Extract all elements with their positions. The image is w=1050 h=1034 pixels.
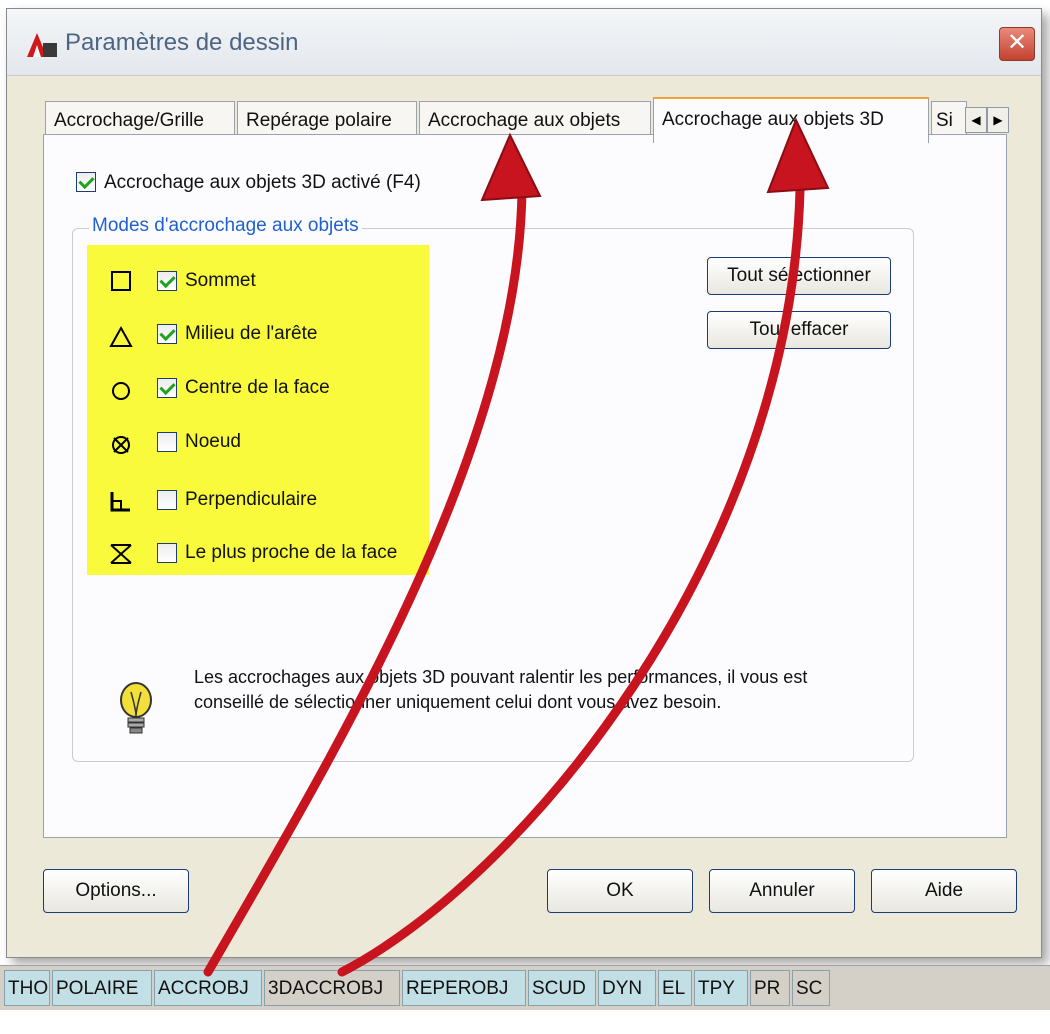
select-all-button[interactable]: Tout sélectionner xyxy=(707,257,891,295)
face-center-label: Centre de la face xyxy=(185,377,330,398)
status-tpy-button[interactable]: TPY xyxy=(694,970,748,1006)
triangle-icon xyxy=(109,325,133,347)
status-osnap-button[interactable]: ACCROBJ xyxy=(154,970,262,1006)
nearest-face-checkbox[interactable] xyxy=(157,543,177,563)
highlight-area xyxy=(87,245,429,575)
performance-info-text: Les accrochages aux objets 3D pouvant ra… xyxy=(194,667,808,712)
enable-3d-osnap-checkbox[interactable] xyxy=(76,172,96,192)
lightbulb-icon xyxy=(120,682,152,734)
status-otrack-button[interactable]: REPEROBJ xyxy=(402,970,526,1006)
tab-label: Accrochage aux objets xyxy=(428,110,621,131)
enable-3d-osnap-label: Accrochage aux objets 3D activé (F4) xyxy=(104,172,421,193)
status-lwt-button[interactable]: EL xyxy=(658,970,692,1006)
nearest-face-label: Le plus proche de la face xyxy=(185,542,398,563)
perpendicular-checkbox[interactable] xyxy=(157,490,177,510)
status-ducs-button[interactable]: SCUD xyxy=(528,970,596,1006)
square-icon xyxy=(111,271,131,291)
help-button[interactable]: Aide xyxy=(871,869,1017,913)
hourglass-icon xyxy=(110,544,132,564)
node-label: Noeud xyxy=(185,431,241,452)
tab-label: Accrochage aux objets 3D xyxy=(662,109,884,130)
drawing-settings-dialog: Paramètres de dessin ✕ Accrochage/Grille… xyxy=(6,8,1042,958)
autocad-app-icon xyxy=(27,33,57,57)
tab-scroll-left-button[interactable]: ◀ xyxy=(965,107,987,133)
tab-label: Accrochage/Grille xyxy=(54,110,204,131)
close-icon: ✕ xyxy=(1006,29,1028,56)
tab-scroll-right-button[interactable]: ▶ xyxy=(987,107,1009,133)
perpendicular-icon xyxy=(110,492,130,512)
status-sc-button[interactable]: SC xyxy=(792,970,830,1006)
status-dyn-button[interactable]: DYN xyxy=(598,970,656,1006)
face-center-checkbox[interactable] xyxy=(157,378,177,398)
status-3dosnap-button[interactable]: 3DACCROBJ xyxy=(264,970,400,1006)
tab-3d-object-snap[interactable]: Accrochage aux objets 3D xyxy=(653,97,929,143)
status-polar-button[interactable]: POLAIRE xyxy=(52,970,152,1006)
clear-all-button[interactable]: Tout effacer xyxy=(707,311,891,349)
status-qp-button[interactable]: PR xyxy=(750,970,790,1006)
title-bar[interactable]: Paramètres de dessin ✕ xyxy=(7,9,1041,76)
cancel-button[interactable]: Annuler xyxy=(709,869,855,913)
options-button[interactable]: Options... xyxy=(43,869,189,913)
tab-scroll-buttons: ◀ ▶ xyxy=(965,107,1009,133)
tab-label: Si xyxy=(936,110,953,131)
window-title: Paramètres de dessin xyxy=(65,29,299,56)
vertex-checkbox[interactable] xyxy=(157,271,177,291)
node-icon xyxy=(112,436,130,454)
perpendicular-label: Perpendiculaire xyxy=(185,489,318,510)
node-checkbox[interactable] xyxy=(157,432,177,452)
edge-midpoint-label: Milieu de l'arête xyxy=(185,323,318,344)
status-ortho-button[interactable]: THO xyxy=(4,970,50,1006)
status-bar: THO POLAIRE ACCROBJ 3DACCROBJ REPEROBJ S… xyxy=(0,965,1050,1010)
tab-panel-3d-object-snap: Accrochage aux objets 3D activé (F4) Mod… xyxy=(43,134,1007,838)
close-button[interactable]: ✕ xyxy=(999,27,1035,61)
circle-icon xyxy=(112,382,130,400)
edge-midpoint-checkbox[interactable] xyxy=(157,324,177,344)
snap-modes-legend: Modes d'accrochage aux objets xyxy=(89,215,362,237)
vertex-label: Sommet xyxy=(185,270,256,291)
ok-button[interactable]: OK xyxy=(547,869,693,913)
tab-label: Repérage polaire xyxy=(246,110,392,131)
